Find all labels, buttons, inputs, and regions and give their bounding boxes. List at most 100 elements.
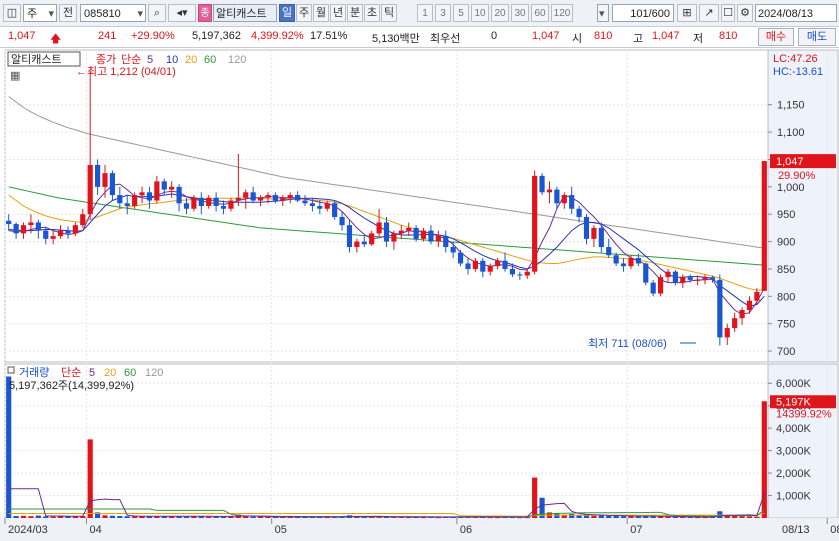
price-tick-label: 900 <box>777 237 795 249</box>
volume-tick-label: 4,000K <box>776 423 812 435</box>
candle-body <box>739 310 745 319</box>
candle-body <box>376 222 382 234</box>
candle-body <box>287 195 293 198</box>
candle-body <box>761 161 767 291</box>
candle-body <box>198 197 204 206</box>
candle-body <box>169 186 175 190</box>
candle-body <box>635 258 641 264</box>
candle-body <box>628 258 634 267</box>
legend-price-label: 종가 <box>96 53 116 66</box>
candle-body <box>591 227 597 239</box>
volume-bar <box>117 515 123 518</box>
volume-bar <box>620 516 627 518</box>
volume-bar <box>613 515 619 518</box>
volume-legend-period-60: 60 <box>124 367 136 379</box>
candle-body <box>457 252 464 264</box>
candle-body <box>346 225 353 248</box>
stock-chart[interactable]: 7007508008509009501,0001,0501,1001,1501,… <box>0 0 839 541</box>
volume-tick-label: 2,000K <box>776 468 812 480</box>
candle-body <box>465 263 471 269</box>
candle-body <box>650 282 656 294</box>
price-tick-label: 800 <box>777 291 795 303</box>
candle-body <box>95 164 101 187</box>
candle-body <box>228 200 234 209</box>
candle-body <box>702 277 708 280</box>
date-tick-label: 07 <box>630 524 642 536</box>
candle-body <box>235 197 241 201</box>
last-volume-pct-text: 14399.92% <box>776 408 832 420</box>
candle-body <box>480 260 486 272</box>
legend-stock-name: 알티캐스트 <box>11 52 62 66</box>
candle-body <box>391 233 397 242</box>
volume-bar <box>109 515 116 518</box>
date-last-label: 08/13 <box>782 524 810 536</box>
candle-body <box>613 255 619 264</box>
volume-bar <box>243 516 249 518</box>
candle-body <box>695 279 701 281</box>
legend-method: 단순 <box>121 53 141 66</box>
candle-body <box>265 195 271 198</box>
candle-body <box>724 328 730 338</box>
candle-body <box>339 216 345 226</box>
volume-bar <box>635 516 641 518</box>
grid-icon: ▦ <box>10 70 20 82</box>
volume-bar <box>124 516 130 518</box>
candle-body <box>420 230 427 239</box>
candle-body <box>369 233 375 245</box>
candle-body <box>754 291 760 301</box>
volume-bar <box>606 515 612 518</box>
volume-bar <box>665 516 671 518</box>
price-tick-label: 750 <box>777 319 795 331</box>
volume-bar <box>598 515 604 518</box>
legend-period-60: 60 <box>204 54 216 66</box>
last-pct-tag-text: 29.90% <box>778 170 816 182</box>
candle-body <box>317 206 323 209</box>
candle-body <box>117 195 123 204</box>
candle-body <box>183 203 190 209</box>
volume-bar <box>6 376 12 518</box>
candle-body <box>72 225 78 234</box>
candle-body <box>532 175 538 272</box>
date-axis-panel <box>0 518 839 541</box>
candle-body <box>87 164 93 215</box>
candle-body <box>406 227 412 231</box>
volume-legend-period-5: 5 <box>89 367 95 379</box>
price-tick-label: 1,000 <box>777 182 805 194</box>
candle-body <box>517 274 523 276</box>
candle-body <box>361 241 367 245</box>
volume-legend-box <box>7 366 15 374</box>
candle-body <box>161 181 167 190</box>
volume-bar <box>532 477 538 518</box>
candle-body <box>102 173 108 187</box>
date-tick-label: 05 <box>275 524 287 536</box>
volume-tick-label: 3,000K <box>776 446 812 458</box>
candle-body <box>428 230 434 242</box>
price-tick-label: 850 <box>777 264 795 276</box>
candle-body <box>280 197 286 201</box>
candle-body <box>57 230 64 237</box>
candle-body <box>250 192 256 201</box>
legend-period-10: 10 <box>166 54 178 66</box>
candle-body <box>746 300 753 310</box>
candle-body <box>146 192 153 201</box>
volume-legend-name: 거래량 <box>19 366 49 379</box>
candle-body <box>665 271 671 278</box>
volume-legend-period-120: 120 <box>145 367 163 379</box>
candle-body <box>709 277 716 280</box>
volume-bar <box>761 401 767 518</box>
candle-body <box>524 271 530 276</box>
last-price-tag-text: 1,047 <box>776 156 804 168</box>
volume-bar <box>250 516 256 518</box>
candle-body <box>569 195 575 209</box>
candle-body <box>243 192 249 198</box>
candle-body <box>606 247 612 256</box>
price-tick-label: 1,100 <box>777 127 805 139</box>
candle-body <box>109 173 116 196</box>
volume-bar <box>102 515 108 518</box>
date-tick-label: 08 <box>830 524 839 536</box>
volume-tick-label: 1,000K <box>776 491 812 503</box>
candle-body <box>43 230 49 239</box>
candle-body <box>332 203 338 217</box>
volume-legend-period-20: 20 <box>104 367 116 379</box>
candle-body <box>6 220 12 225</box>
